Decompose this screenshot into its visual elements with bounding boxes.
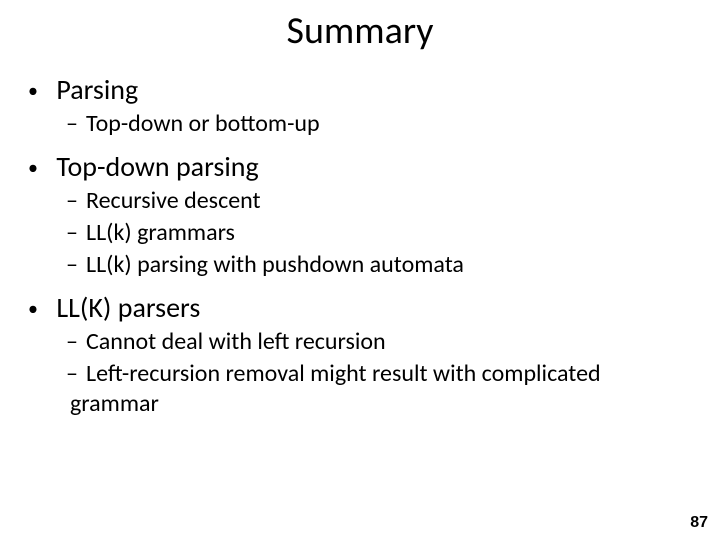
- bullet-text: Parsing: [56, 72, 138, 107]
- sub-item: Recursive descent: [70, 186, 680, 216]
- sub-list: Recursive descent LL(k) grammars LL(k) p…: [28, 186, 680, 280]
- sub-text: Cannot deal with left recursion: [86, 327, 386, 356]
- bullet-text: Top-down parsing: [56, 149, 258, 184]
- sub-text: Left-recursion removal might result with…: [70, 359, 601, 418]
- slide: Summary Parsing Top-down or bottom-up To…: [0, 0, 720, 540]
- sub-text: LL(k) grammars: [86, 218, 235, 247]
- bullet-text: LL(K) parsers: [56, 290, 200, 325]
- page-number: 87: [690, 514, 708, 532]
- bullet-list: Parsing Top-down or bottom-up Top-down p…: [28, 72, 680, 419]
- sub-text: Top-down or bottom-up: [86, 109, 320, 138]
- bullet-item: Top-down parsing Recursive descent LL(k)…: [28, 149, 680, 280]
- sub-text: Recursive descent: [86, 186, 261, 215]
- sub-item: LL(k) grammars: [70, 218, 680, 248]
- sub-item: LL(k) parsing with pushdown automata: [70, 250, 680, 280]
- sub-list: Top-down or bottom-up: [28, 109, 680, 139]
- slide-content: Parsing Top-down or bottom-up Top-down p…: [0, 72, 720, 419]
- sub-item: Cannot deal with left recursion: [70, 327, 680, 357]
- sub-text: LL(k) parsing with pushdown automata: [86, 250, 464, 279]
- slide-title: Summary: [0, 0, 720, 72]
- bullet-item: Parsing Top-down or bottom-up: [28, 72, 680, 139]
- sub-list: Cannot deal with left recursion Left-rec…: [28, 327, 680, 419]
- bullet-item: LL(K) parsers Cannot deal with left recu…: [28, 290, 680, 419]
- sub-item: Top-down or bottom-up: [70, 109, 680, 139]
- sub-item: Left-recursion removal might result with…: [70, 359, 680, 419]
